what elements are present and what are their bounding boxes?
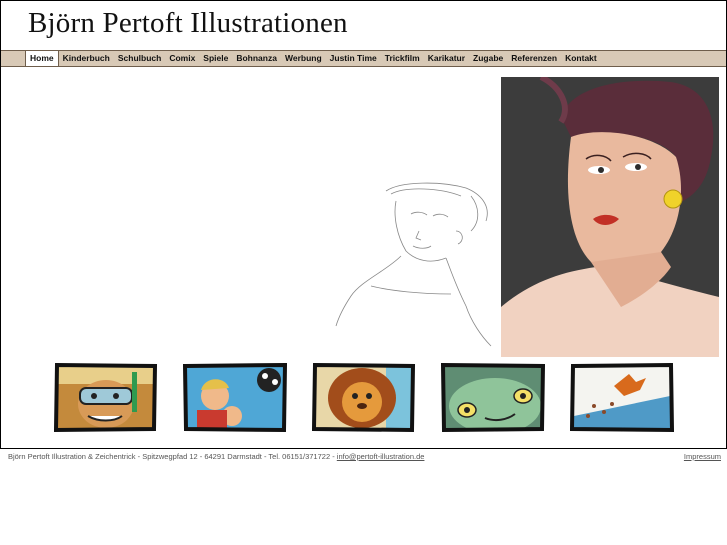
nav-item-justin-time[interactable]: Justin Time: [326, 51, 381, 66]
painted-woman-illustration: [501, 77, 719, 357]
hero-illustration: [1, 66, 726, 361]
thumbnail-lion[interactable]: [312, 363, 416, 433]
nav-item-trickfilm[interactable]: Trickfilm: [381, 51, 424, 66]
nav-item-referenzen[interactable]: Referenzen: [507, 51, 561, 66]
thumbnail-soccer[interactable]: [183, 363, 287, 433]
thumbnail-frog[interactable]: [441, 363, 545, 433]
site-title: Björn Pertoft Illustrationen: [28, 7, 348, 39]
sketch-woman-illustration: [335, 182, 492, 347]
footer-address-text: Björn Pertoft Illustration & Zeichentric…: [8, 452, 337, 461]
nav-item-werbung[interactable]: Werbung: [281, 51, 326, 66]
footer-address: Björn Pertoft Illustration & Zeichentric…: [8, 452, 424, 461]
nav-item-bohnanza[interactable]: Bohnanza: [232, 51, 281, 66]
nav-item-karikatur[interactable]: Karikatur: [424, 51, 469, 66]
main-navigation: Home Kinderbuch Schulbuch Comix Spiele B…: [1, 50, 726, 67]
page-frame: Björn Pertoft Illustrationen Home Kinder…: [0, 0, 727, 449]
thumbnail-strip: [1, 363, 726, 438]
impressum-link[interactable]: Impressum: [684, 452, 721, 461]
nav-item-spiele[interactable]: Spiele: [199, 51, 232, 66]
footer: Björn Pertoft Illustration & Zeichentric…: [0, 449, 727, 463]
nav-item-kinderbuch[interactable]: Kinderbuch: [59, 51, 114, 66]
footer-email-link[interactable]: info@pertoft-illustration.de: [337, 452, 425, 461]
nav-item-comix[interactable]: Comix: [165, 51, 199, 66]
nav-item-kontakt[interactable]: Kontakt: [561, 51, 601, 66]
nav-item-zugabe[interactable]: Zugabe: [469, 51, 507, 66]
thumbnail-diver[interactable]: [54, 363, 158, 433]
nav-item-schulbuch[interactable]: Schulbuch: [114, 51, 165, 66]
thumbnail-fox[interactable]: [570, 363, 674, 433]
nav-item-home[interactable]: Home: [25, 51, 59, 66]
